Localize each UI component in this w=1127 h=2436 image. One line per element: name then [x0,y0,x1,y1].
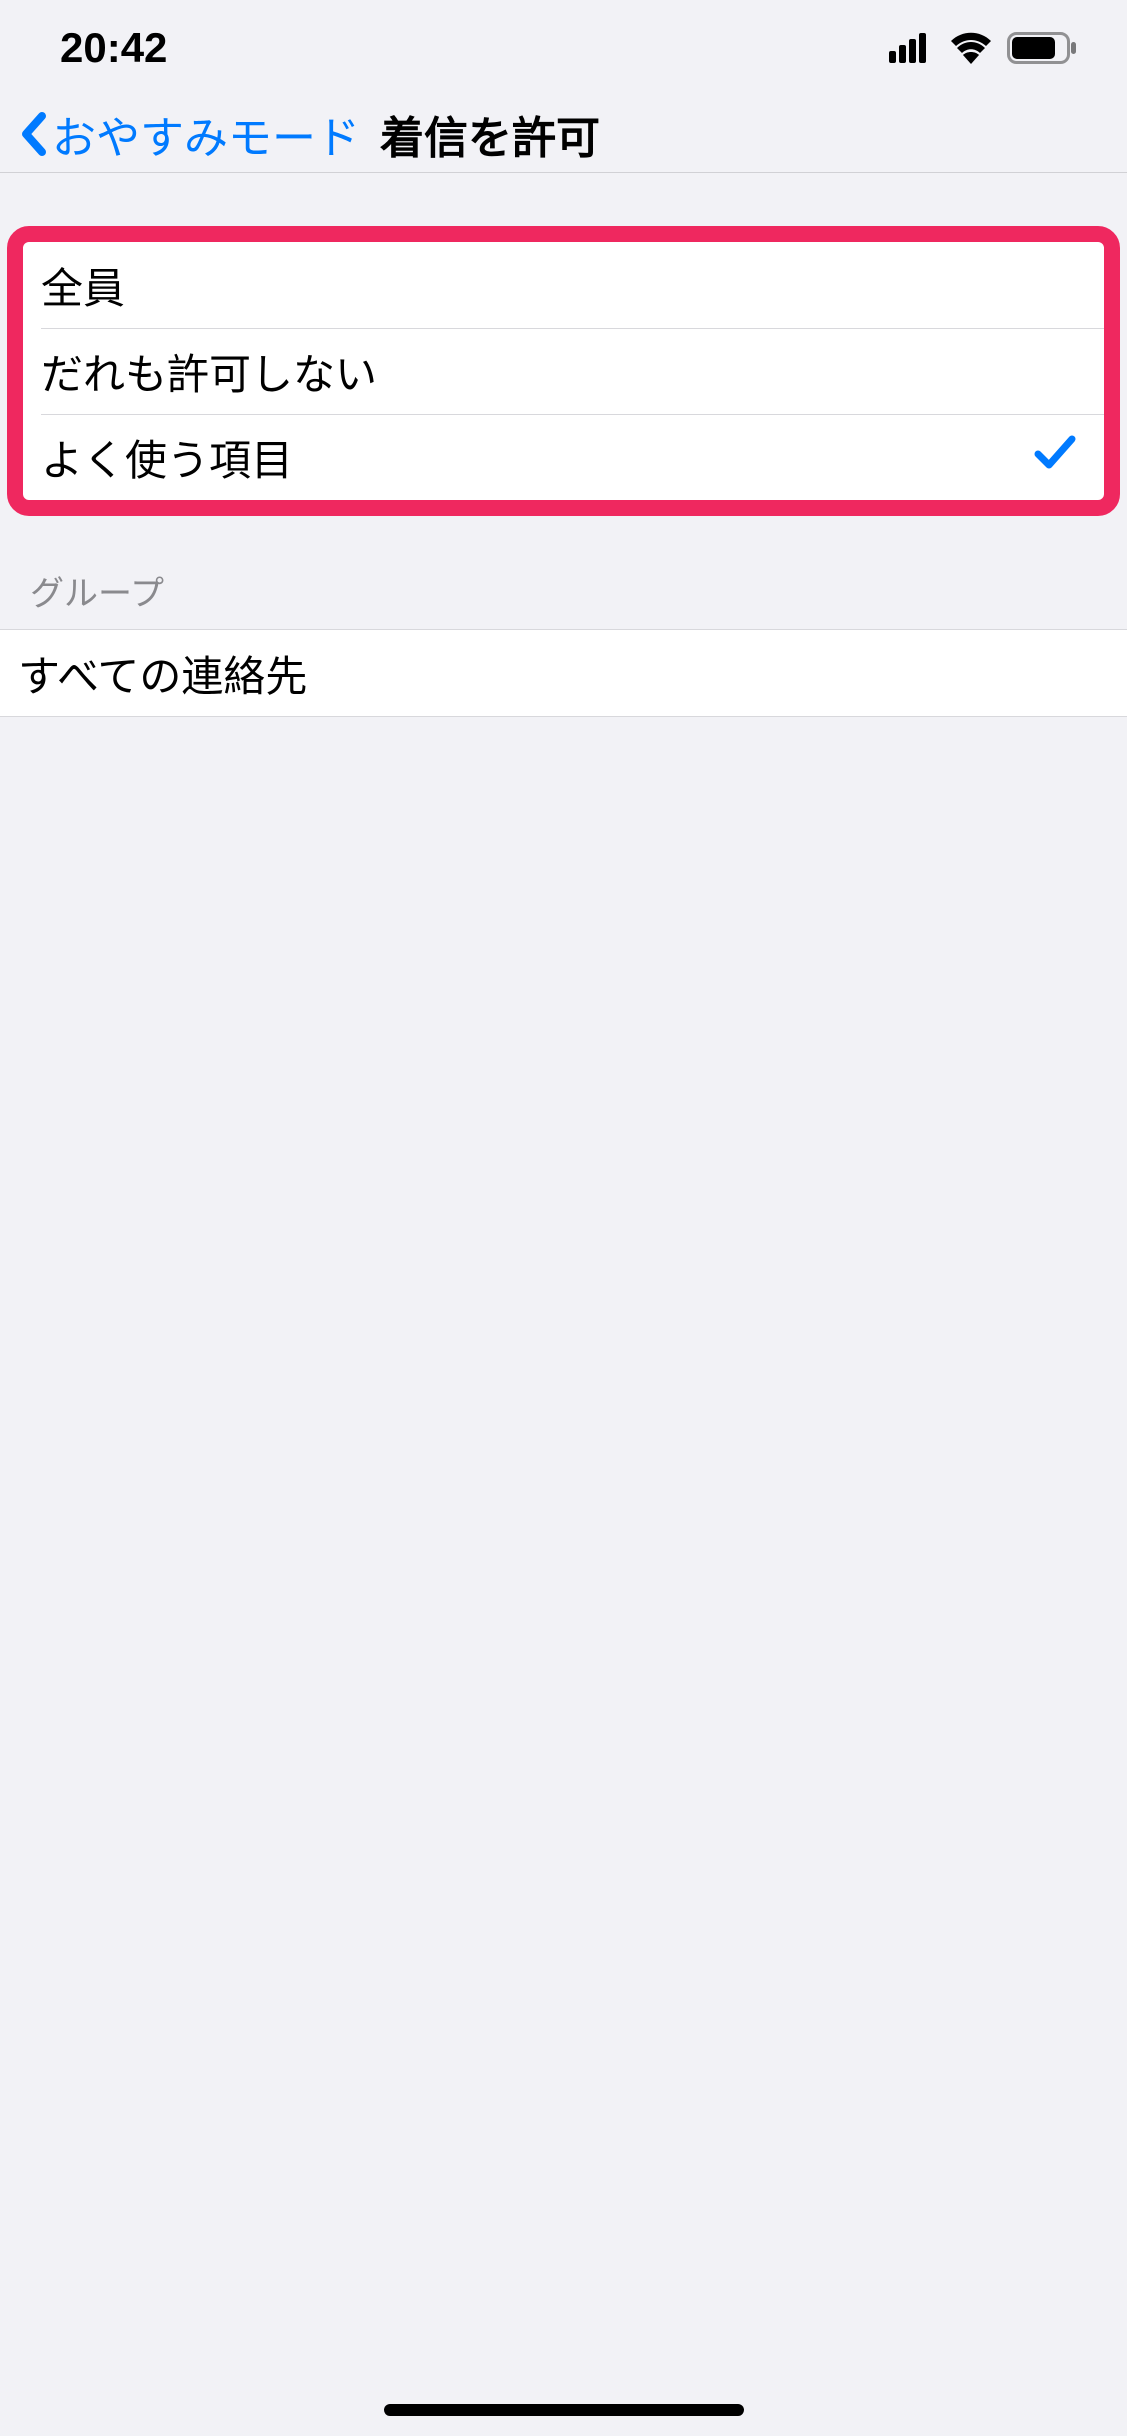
highlight-box: 全員 だれも許可しない よく使う項目 [7,226,1120,516]
status-bar: 20:42 [0,0,1127,95]
status-indicators [889,32,1077,64]
group-section-header: グループ [0,516,1127,629]
allow-option-favorites[interactable]: よく使う項目 [23,414,1104,500]
home-indicator[interactable] [384,2404,744,2416]
chevron-left-icon [18,110,50,158]
option-label: 全員 [41,255,125,316]
option-label: すべての連絡先 [18,643,307,704]
option-label: だれも許可しない [41,341,377,402]
allow-option-everyone[interactable]: 全員 [23,242,1104,328]
group-list: すべての連絡先 [0,629,1127,717]
status-time: 20:42 [60,24,167,72]
wifi-icon [949,32,993,64]
cellular-icon [889,33,935,63]
checkmark-icon [1034,432,1076,482]
nav-bar: おやすみモード 着信を許可 [0,95,1127,173]
back-button[interactable]: おやすみモード [18,102,360,166]
battery-icon [1007,32,1077,64]
page-title: 着信を許可 [380,102,600,166]
option-label: よく使う項目 [41,427,293,488]
allow-calls-list: 全員 だれも許可しない よく使う項目 [23,242,1104,500]
back-label: おやすみモード [52,102,360,166]
group-option-all-contacts[interactable]: すべての連絡先 [0,630,1127,716]
allow-option-noone[interactable]: だれも許可しない [23,328,1104,414]
